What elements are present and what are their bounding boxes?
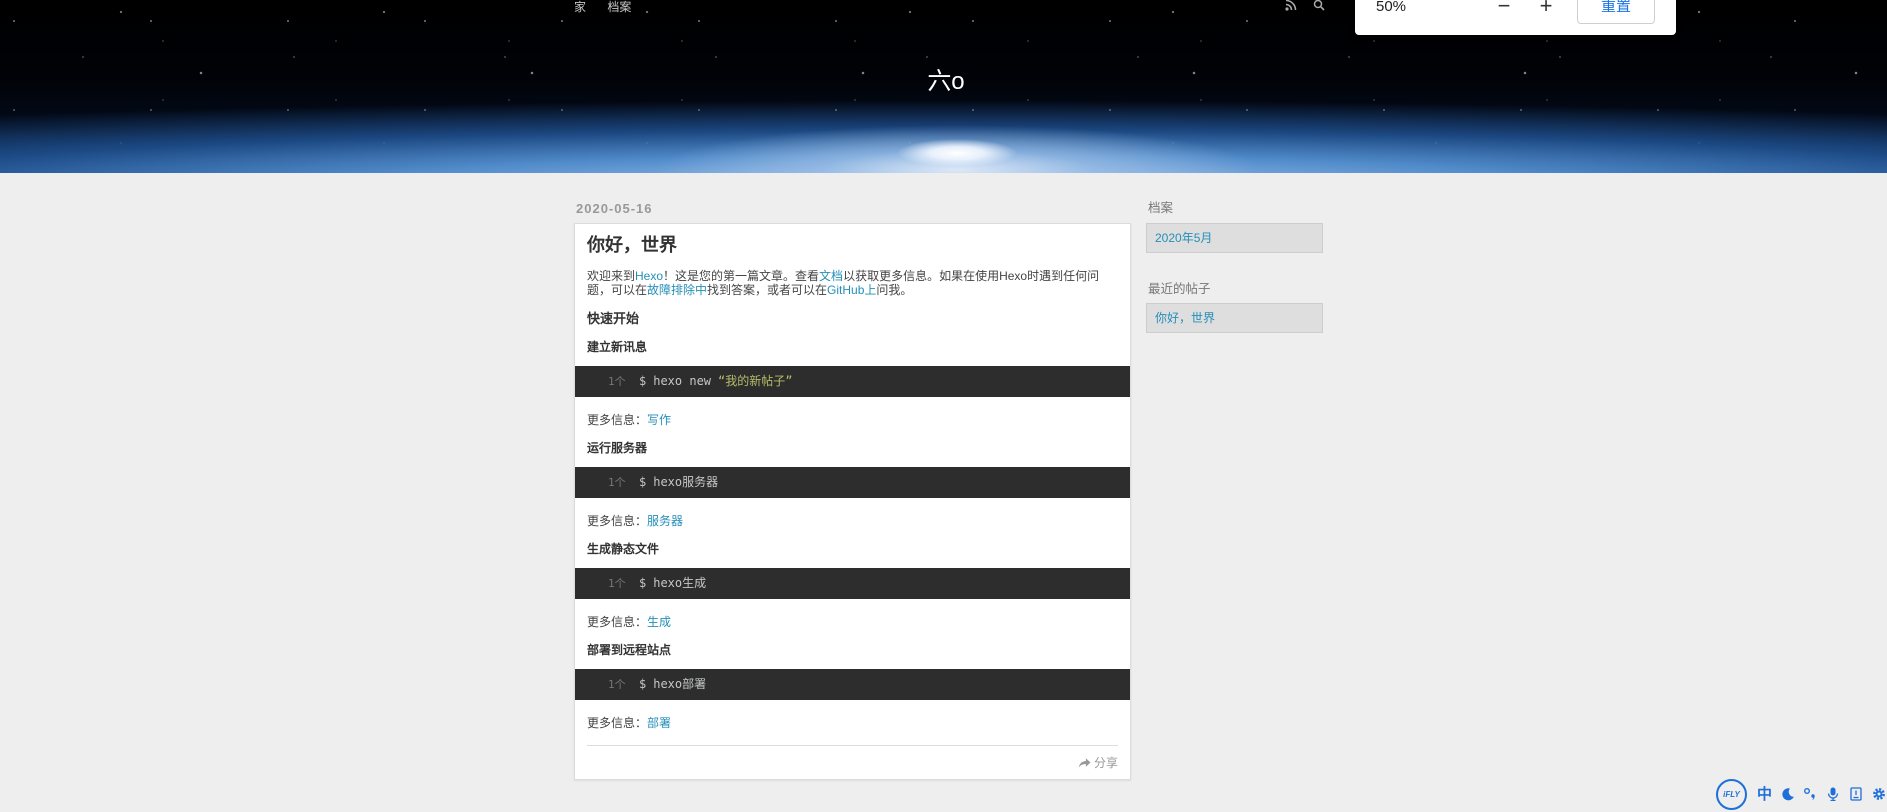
nav-link-home[interactable]: 家 [574,0,586,14]
line-number: 1个 [608,375,626,388]
more-info-label: 更多信息： [587,413,648,427]
intro-text: 找到答案，或者可以在 [707,283,828,297]
share-button[interactable]: 分享 [1078,755,1118,771]
archives-widget: 2020年5月 [1146,223,1323,253]
more-info-label: 更多信息： [587,716,648,730]
command: hexo部署 [653,677,707,691]
code-block: 1个 $ hexo部署 [575,669,1130,700]
shell-prompt: $ [639,475,647,489]
zoom-popup: 50% − + 重置 [1355,0,1676,35]
command-argument: “我的新帖子” [718,374,793,388]
intro-text: ！这是您的第一篇文章。查看 [663,269,820,283]
code-block: 1个 $ hexo服务器 [575,467,1130,498]
troubleshooting-link[interactable]: 故障排除中 [647,283,707,297]
command: hexo生成 [653,576,707,590]
command: hexo new [653,374,712,388]
line-number: 1个 [608,678,626,691]
zoom-in-button[interactable]: + [1537,0,1555,19]
gear-icon[interactable] [1872,787,1886,801]
section-heading: 建立新讯息 [587,340,648,354]
post-card: 你好，世界 欢迎来到Hexo！这是您的第一篇文章。查看文档以获取更多信息。如果在… [574,223,1131,780]
shell-prompt: $ [639,374,647,388]
line-number: 1个 [608,476,626,489]
punctuation-icon[interactable] [1803,787,1817,801]
moon-icon[interactable] [1781,787,1795,801]
post-intro: 欢迎来到Hexo！这是您的第一篇文章。查看文档以获取更多信息。如果在使用Hexo… [587,269,1118,297]
command: hexo服务器 [653,475,719,489]
code-line: $ hexo new “我的新帖子” [639,366,792,397]
code-line: $ hexo生成 [639,568,706,599]
code-block: 1个 $ hexo new “我的新帖子” [575,366,1130,397]
docs-link[interactable]: 文档 [819,269,843,283]
post-date[interactable]: 2020-05-16 [576,201,653,217]
ifly-logo[interactable]: iFLY [1716,779,1747,810]
share-icon [1078,758,1091,768]
zoom-reset-button[interactable]: 重置 [1577,0,1655,24]
archive-link-2020-05[interactable]: 2020年5月 [1155,231,1212,245]
zoom-out-button[interactable]: − [1495,0,1513,19]
shell-prompt: $ [639,677,647,691]
nav-link-archives[interactable]: 档案 [607,0,631,14]
more-info-link-deploy[interactable]: 部署 [647,716,671,730]
quick-start-heading: 快速开始 [587,311,640,326]
recent-posts-heading: 最近的帖子 [1148,282,1211,296]
code-line: $ hexo部署 [639,669,706,700]
post-footer-divider [587,745,1118,746]
more-info-link-server[interactable]: 服务器 [647,514,683,528]
github-link[interactable]: GitHub上 [827,283,876,297]
zoom-level: 50% [1376,0,1407,15]
language-toggle[interactable]: 中 [1757,785,1772,804]
hexo-link[interactable]: Hexo [635,269,663,283]
ifly-input-toolbar: iFLY 中 [1715,779,1887,810]
section-heading: 生成静态文件 [587,542,660,556]
recent-post-link[interactable]: 你好，世界 [1155,311,1215,325]
code-line: $ hexo服务器 [639,467,718,498]
more-info-label: 更多信息： [587,514,648,528]
line-number: 1个 [608,577,626,590]
site-title[interactable]: 六o [5,66,1887,98]
search-icon[interactable] [1313,0,1325,11]
post-footer: 分享 [587,755,1118,773]
code-block: 1个 $ hexo生成 [575,568,1130,599]
more-info: 更多信息：部署 [587,715,1118,731]
more-info-link-generate[interactable]: 生成 [647,615,671,629]
section-heading: 部署到远程站点 [587,643,672,657]
share-label: 分享 [1093,756,1118,770]
more-info-link-writing[interactable]: 写作 [647,413,671,427]
shell-prompt: $ [639,576,647,590]
section-heading: 运行服务器 [587,441,648,455]
intro-text: 问我。 [876,283,913,297]
more-info-label: 更多信息： [587,615,648,629]
post-title: 你好，世界 [587,235,677,255]
intro-text: 欢迎来到 [587,269,636,283]
more-info: 更多信息：生成 [587,614,1118,630]
toolbox-icon[interactable] [1849,787,1863,801]
microphone-icon[interactable] [1826,787,1840,801]
recent-posts-widget: 你好，世界 [1146,303,1323,333]
more-info: 更多信息：写作 [587,412,1118,428]
rss-icon[interactable] [1285,0,1297,11]
main-nav: 家 档案 [574,0,649,14]
more-info: 更多信息：服务器 [587,513,1118,529]
archives-heading: 档案 [1148,201,1174,215]
